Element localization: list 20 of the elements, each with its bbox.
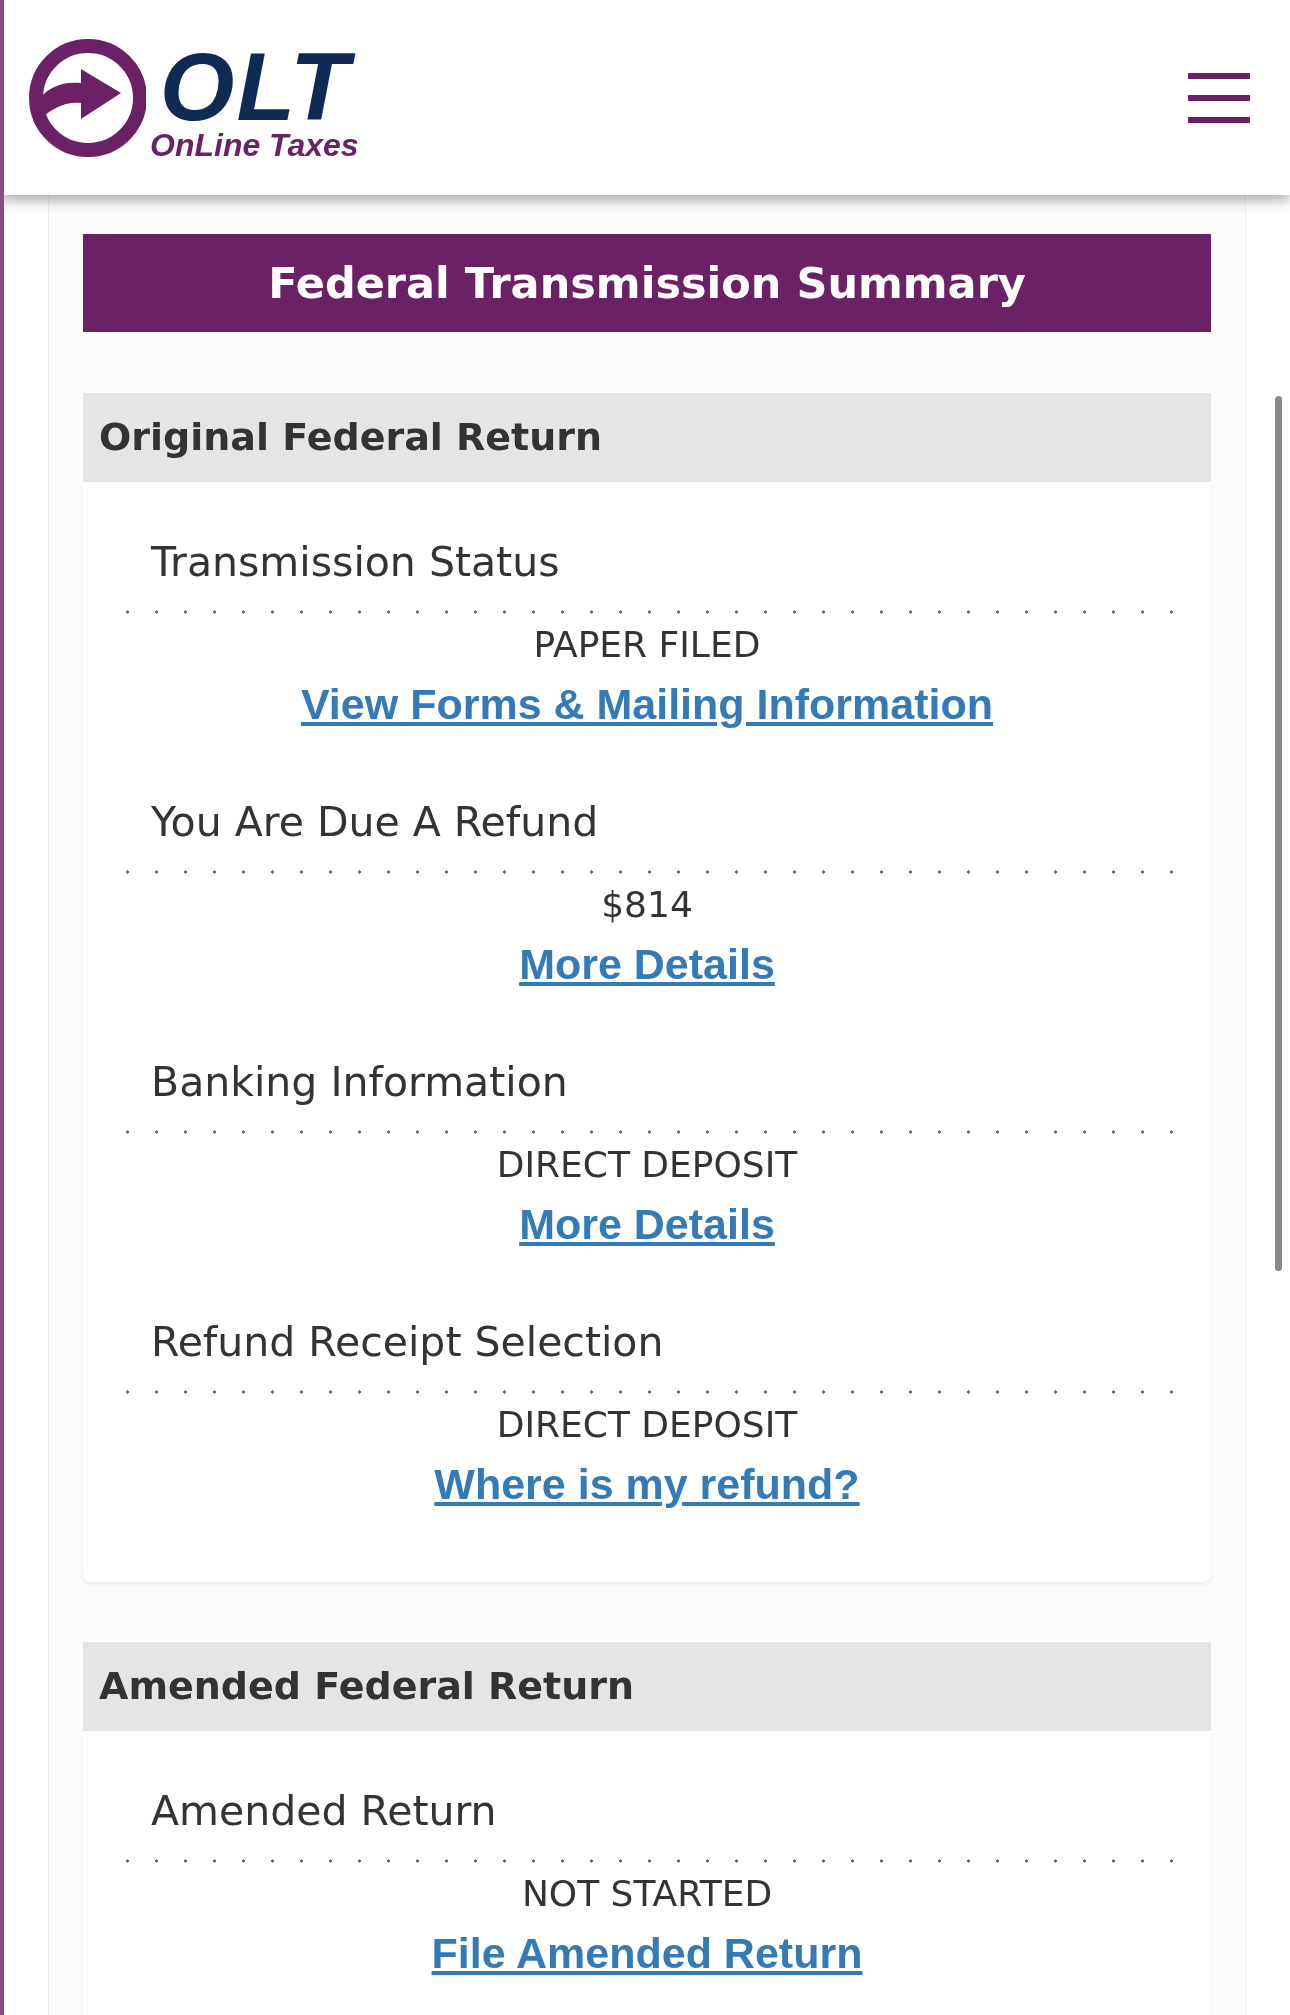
details-link[interactable]: Where is my refund? — [434, 1452, 860, 1516]
field-value: $814 — [601, 883, 693, 927]
details-link[interactable]: More Details — [519, 1192, 775, 1256]
field-value: DIRECT DEPOSIT — [496, 1143, 798, 1187]
details-link[interactable]: View Forms & Mailing Information — [300, 672, 994, 736]
field-label: Amended Return — [151, 1786, 497, 1837]
field-label: Refund Receipt Selection — [151, 1317, 664, 1368]
details-link[interactable]: More Details — [519, 932, 775, 996]
field-value: DIRECT DEPOSIT — [496, 1403, 798, 1447]
details-link[interactable]: File Amended Return — [431, 1921, 863, 1985]
page-title: Federal Transmission Summary — [83, 234, 1211, 332]
menu-icon[interactable] — [1188, 72, 1250, 123]
scrollbar[interactable] — [1275, 396, 1282, 1271]
field-value: NOT STARTED — [521, 1872, 773, 1916]
field-value: PAPER FILED — [533, 623, 761, 667]
section-header: Amended Federal Return — [83, 1642, 1211, 1731]
field-label: Transmission Status — [151, 537, 560, 588]
section-header: Original Federal Return — [83, 393, 1211, 482]
field-label: Banking Information — [151, 1057, 568, 1108]
field-label: You Are Due A Refund — [151, 797, 599, 848]
